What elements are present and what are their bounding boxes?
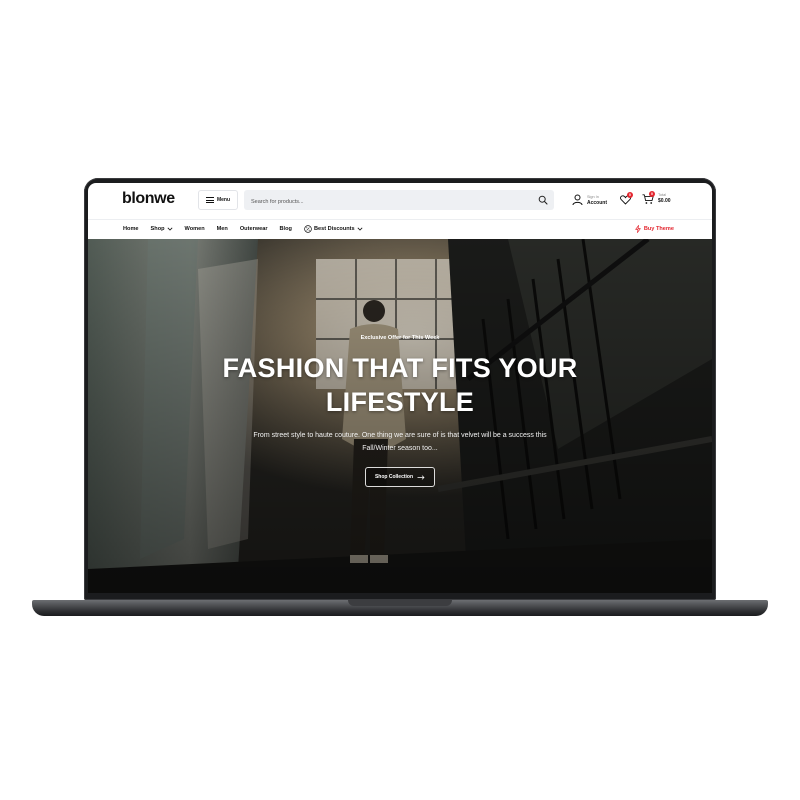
search-icon[interactable]: [538, 195, 548, 205]
browser-screen: blonwe Menu Sign In Account: [88, 183, 712, 593]
nav-item-best-discounts[interactable]: Best Discounts: [304, 225, 363, 233]
lightning-icon: [635, 225, 641, 233]
buy-theme-label: Buy Theme: [643, 226, 674, 232]
nav-item-home[interactable]: Home: [123, 225, 139, 233]
buy-theme-link[interactable]: Buy Theme: [635, 225, 674, 233]
chevron-down-icon: [167, 227, 173, 231]
cart-count-badge: 0: [649, 191, 655, 197]
hero-headline-line-1: FASHION THAT FITS YOUR: [222, 353, 578, 383]
hero-banner: Exclusive Offer for This Week FASHION TH…: [88, 239, 712, 593]
hero-headline-line-2: LIFESTYLE: [325, 387, 475, 417]
menu-button[interactable]: Menu: [198, 190, 238, 210]
nav-label: Women: [184, 226, 205, 232]
nav-item-blog[interactable]: Blog: [280, 225, 292, 233]
site-header: blonwe Menu Sign In Account: [88, 183, 712, 219]
nav-label: Shop: [150, 226, 165, 232]
nav-label: Blog: [279, 226, 292, 232]
hamburger-icon: [205, 197, 214, 203]
menu-label: Menu: [216, 197, 231, 203]
nav-label: Home: [123, 226, 139, 232]
nav-item-outerwear[interactable]: Outerwear: [240, 225, 268, 233]
shop-collection-label: Shop Collection: [374, 474, 414, 480]
main-nav: Home Shop Women Men Outerwear Blog Best …: [88, 219, 712, 239]
nav-label: Men: [216, 226, 228, 232]
account-label: Account: [587, 199, 607, 206]
search-bar: [244, 190, 554, 212]
cart-total-value: $0.00: [658, 197, 671, 204]
chevron-down-icon: [357, 227, 363, 231]
discount-icon: [304, 225, 312, 233]
account-link[interactable]: Sign In Account: [572, 192, 607, 208]
arrow-right-icon: [417, 474, 425, 480]
nav-item-shop[interactable]: Shop: [151, 225, 173, 233]
wishlist-count-badge: 0: [627, 192, 633, 198]
site-logo[interactable]: blonwe: [122, 190, 175, 208]
laptop-notch: [348, 600, 452, 606]
nav-label: Best Discounts: [313, 226, 355, 232]
nav-label: Outerwear: [239, 226, 268, 232]
wishlist-button[interactable]: 0: [620, 192, 633, 205]
nav-item-men[interactable]: Men: [217, 225, 228, 233]
search-input[interactable]: [244, 192, 514, 212]
hero-eyebrow: Exclusive Offer for This Week: [360, 335, 440, 341]
hero-headline: FASHION THAT FITS YOUR LIFESTYLE: [88, 351, 712, 419]
user-icon: [572, 194, 583, 206]
shop-collection-button[interactable]: Shop Collection: [364, 467, 436, 487]
hero-subtext: From street style to haute couture. One …: [253, 432, 547, 452]
cart-button[interactable]: 0 Total $0.00: [642, 191, 671, 204]
nav-item-women[interactable]: Women: [185, 225, 205, 233]
hero-content: Exclusive Offer for This Week FASHION TH…: [88, 335, 712, 487]
